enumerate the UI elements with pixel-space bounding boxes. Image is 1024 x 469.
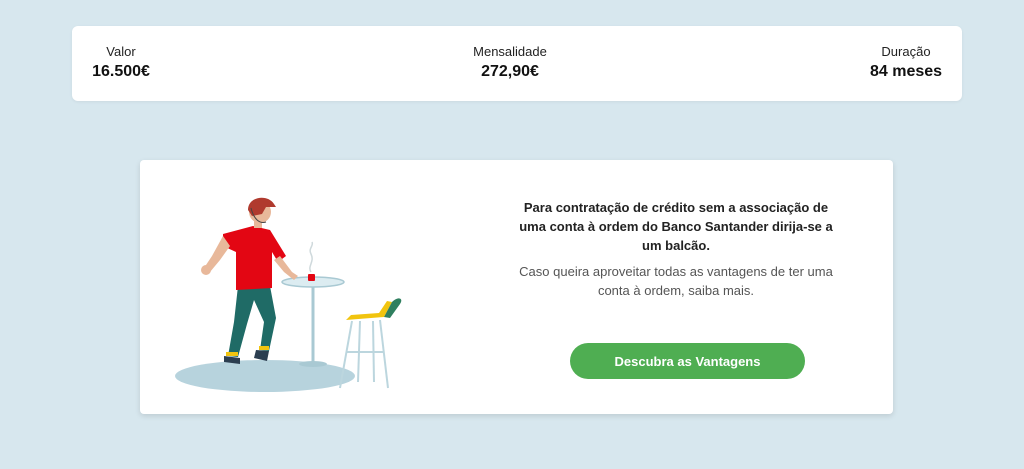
person-at-cafe-table-illustration [175, 197, 402, 392]
valor-value: 16.500€ [92, 63, 150, 80]
mensalidade-value: 272,90€ [481, 63, 539, 80]
card-title: Para contratação de crédito sem a associ… [519, 200, 833, 253]
summary-valor: Valor 16.500€ [89, 44, 153, 83]
discover-advantages-button[interactable]: Descubra as Vantagens [570, 343, 805, 379]
summary-duracao: Duração 84 meses [866, 44, 946, 83]
summary-mensalidade: Mensalidade 272,90€ [462, 44, 558, 83]
loan-summary-bar: Valor 16.500€ Mensalidade 272,90€ Duraçã… [72, 26, 962, 101]
card-description: Caso queira aproveitar todas as vantagen… [519, 264, 833, 298]
mensalidade-label: Mensalidade [473, 44, 547, 59]
info-card: Para contratação de crédito sem a associ… [140, 160, 893, 414]
duracao-value: 84 meses [869, 63, 943, 80]
valor-label: Valor [106, 44, 136, 59]
duracao-label: Duração [881, 44, 931, 59]
